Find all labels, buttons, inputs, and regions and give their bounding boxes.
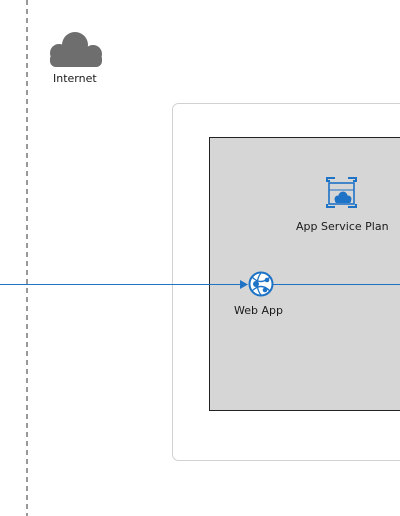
web-app-icon [248,271,274,297]
web-app-label: Web App [234,304,283,317]
internet-label: Internet [53,72,97,85]
app-service-plan-box [209,137,400,411]
app-service-plan-label: App Service Plan [296,220,389,233]
cloud-icon [50,32,102,67]
